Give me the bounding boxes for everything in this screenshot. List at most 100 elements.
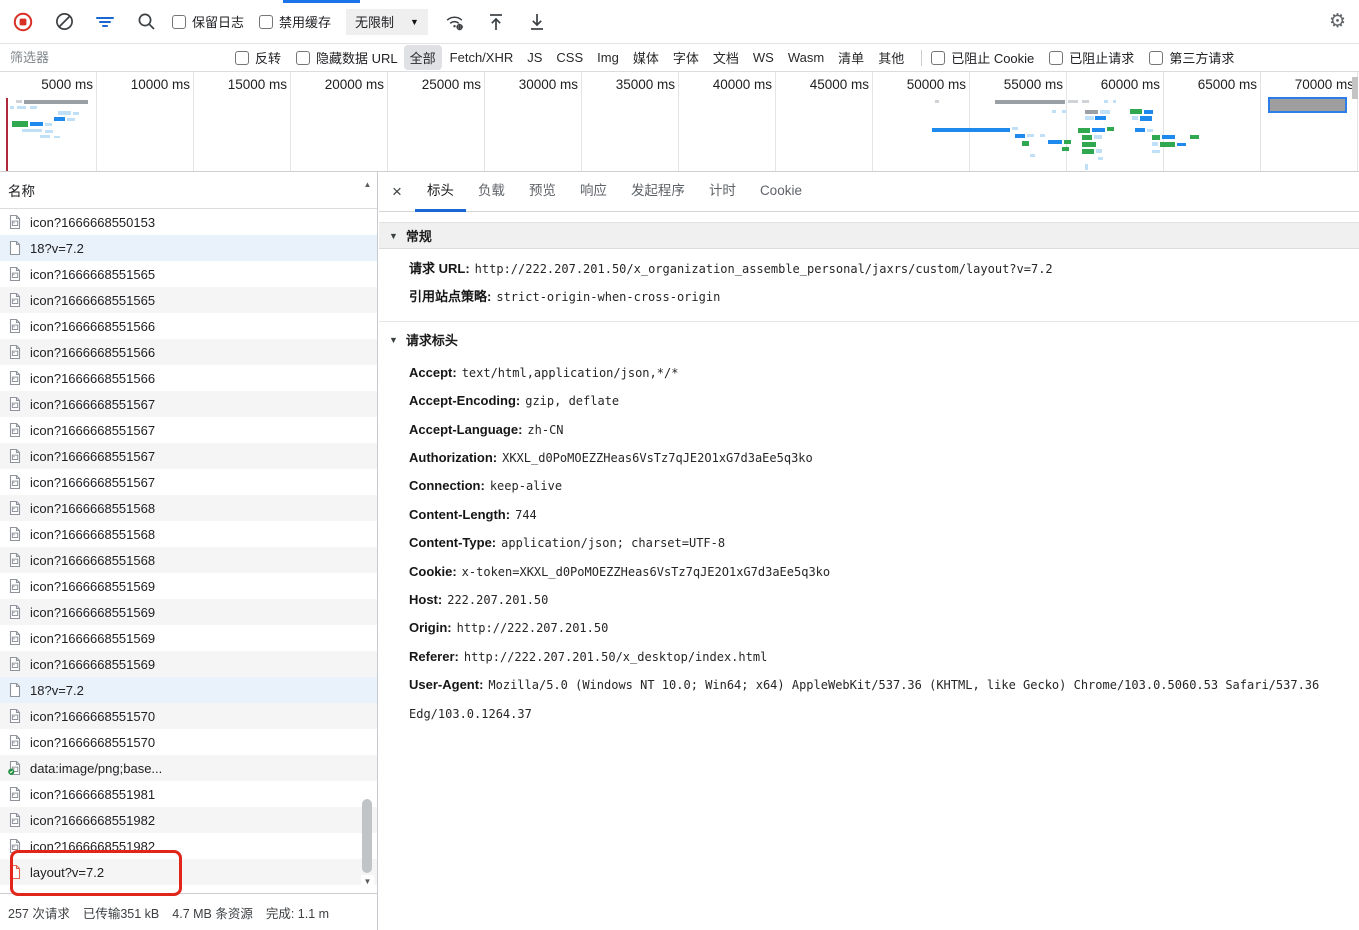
filter-type-js[interactable]: JS bbox=[521, 47, 548, 68]
network-conditions-button[interactable] bbox=[444, 11, 466, 33]
filter-type-font[interactable]: 字体 bbox=[667, 45, 705, 70]
request-row[interactable]: icon?1666668551565 bbox=[0, 287, 377, 313]
request-row[interactable]: icon?1666668551982 bbox=[0, 833, 377, 859]
request-row[interactable]: icon?1666668551567 bbox=[0, 417, 377, 443]
blocked-requests-checkbox[interactable] bbox=[1049, 51, 1063, 65]
tab-initiator[interactable]: 发起程序 bbox=[619, 172, 697, 212]
filter-type-manifest[interactable]: 清单 bbox=[832, 45, 870, 70]
request-row[interactable]: icon?1666668551569 bbox=[0, 651, 377, 677]
request-row[interactable]: icon?1666668551567 bbox=[0, 469, 377, 495]
request-row[interactable]: icon?1666668551566 bbox=[0, 339, 377, 365]
waterfall-bar bbox=[1094, 135, 1102, 139]
request-row[interactable]: icon?1666668551569 bbox=[0, 625, 377, 651]
filter-type-css[interactable]: CSS bbox=[550, 47, 589, 68]
import-har-button[interactable] bbox=[485, 11, 507, 33]
throttling-dropdown[interactable]: 无限制 ▼ bbox=[346, 9, 428, 35]
filter-type-all[interactable]: 全部 bbox=[404, 45, 442, 70]
waterfall-bar bbox=[1022, 141, 1029, 146]
invert-checkbox-group[interactable]: 反转 bbox=[235, 48, 281, 67]
filter-type-ws[interactable]: WS bbox=[747, 47, 780, 68]
disable-cache-checkbox-group[interactable]: 禁用缓存 bbox=[259, 12, 331, 31]
blocked-cookies-checkbox[interactable] bbox=[931, 51, 945, 65]
tab-response[interactable]: 响应 bbox=[568, 172, 619, 212]
tab-payload[interactable]: 负载 bbox=[466, 172, 517, 212]
filter-type-media[interactable]: 媒体 bbox=[627, 45, 665, 70]
waterfall-bar bbox=[1085, 110, 1098, 114]
filter-input[interactable] bbox=[8, 49, 213, 66]
scrollbar-thumb[interactable] bbox=[362, 799, 372, 873]
request-row[interactable]: icon?1666668551566 bbox=[0, 313, 377, 339]
request-row[interactable]: icon?1666668551567 bbox=[0, 391, 377, 417]
tab-headers[interactable]: 标头 bbox=[415, 172, 466, 212]
third-party-checkbox[interactable] bbox=[1149, 51, 1163, 65]
request-row[interactable]: icon?1666668551568 bbox=[0, 495, 377, 521]
record-button[interactable] bbox=[12, 11, 34, 33]
close-details-button[interactable]: × bbox=[379, 182, 415, 202]
hide-data-urls-checkbox-group[interactable]: 隐藏数据 URL bbox=[296, 48, 398, 67]
request-row[interactable]: icon?1666668551569 bbox=[0, 573, 377, 599]
settings-gear-icon[interactable]: ⚙ bbox=[1329, 12, 1346, 31]
record-icon bbox=[13, 12, 33, 32]
blocked-cookies-checkbox-group[interactable]: 已阻止 Cookie bbox=[931, 48, 1034, 67]
image-file-icon bbox=[7, 500, 23, 516]
filter-type-other[interactable]: 其他 bbox=[872, 45, 910, 70]
request-row[interactable]: icon?1666668551570 bbox=[0, 729, 377, 755]
request-row[interactable]: 18?v=7.2 bbox=[0, 235, 377, 261]
request-header-name: Content-Length: bbox=[409, 507, 510, 522]
waterfall-bar bbox=[1132, 116, 1138, 120]
request-row[interactable]: icon?1666668551567 bbox=[0, 443, 377, 469]
filter-type-doc[interactable]: 文档 bbox=[707, 45, 745, 70]
request-row[interactable]: icon?1666668550153 bbox=[0, 209, 377, 235]
request-row[interactable]: icon?1666668551981 bbox=[0, 781, 377, 807]
request-list-scrollbar[interactable]: ▲ ▼ bbox=[361, 178, 374, 888]
request-row[interactable]: 18?v=7.2 bbox=[0, 677, 377, 703]
request-row[interactable]: icon?1666668551569 bbox=[0, 599, 377, 625]
clear-log-button[interactable] bbox=[53, 11, 75, 33]
filter-type-wasm[interactable]: Wasm bbox=[782, 47, 830, 68]
request-header-row: Host:222.207.201.50 bbox=[409, 586, 1335, 614]
request-row[interactable]: layout?v=7.2 bbox=[0, 859, 377, 885]
request-row[interactable]: icon?1666668551566 bbox=[0, 365, 377, 391]
chevron-down-icon: ▼ bbox=[410, 17, 419, 27]
tab-timing[interactable]: 计时 bbox=[697, 172, 748, 212]
blocked-requests-checkbox-group[interactable]: 已阻止请求 bbox=[1049, 48, 1134, 67]
filter-type-img[interactable]: Img bbox=[591, 47, 625, 68]
request-header-row: Connection:keep-alive bbox=[409, 472, 1335, 500]
filter-toggle-button[interactable] bbox=[94, 11, 116, 33]
selected-request-range-bar[interactable] bbox=[1268, 97, 1347, 113]
preserve-log-checkbox-group[interactable]: 保留日志 bbox=[172, 12, 244, 31]
search-button[interactable] bbox=[135, 11, 157, 33]
request-headers-section-header[interactable]: ▼ 请求标头 bbox=[379, 324, 1359, 356]
filter-type-fetch-xhr[interactable]: Fetch/XHR bbox=[444, 47, 520, 68]
third-party-checkbox-group[interactable]: 第三方请求 bbox=[1149, 48, 1234, 67]
request-header-value: Mozilla/5.0 (Windows NT 10.0; Win64; x64… bbox=[409, 678, 1319, 720]
image-file-icon bbox=[7, 422, 23, 438]
scroll-down-arrow-icon[interactable]: ▼ bbox=[361, 875, 374, 888]
request-name: icon?1666668551981 bbox=[30, 787, 155, 802]
network-overview-timeline[interactable]: 5000 ms10000 ms15000 ms20000 ms25000 ms3… bbox=[0, 72, 1359, 172]
export-har-button[interactable] bbox=[526, 11, 548, 33]
general-section-header[interactable]: ▼ 常规 bbox=[379, 222, 1359, 249]
timeline-scrollbar-thumb[interactable] bbox=[1352, 77, 1358, 99]
network-conditions-icon bbox=[444, 12, 466, 32]
hide-data-urls-checkbox[interactable] bbox=[296, 51, 310, 65]
waterfall-bar bbox=[1085, 164, 1088, 170]
disable-cache-checkbox[interactable] bbox=[259, 15, 273, 29]
request-row[interactable]: icon?1666668551982 bbox=[0, 807, 377, 833]
request-row[interactable]: icon?1666668551568 bbox=[0, 521, 377, 547]
waterfall-bar bbox=[17, 106, 26, 109]
tab-preview[interactable]: 预览 bbox=[517, 172, 568, 212]
image-file-icon bbox=[7, 734, 23, 750]
preserve-log-checkbox[interactable] bbox=[172, 15, 186, 29]
scroll-up-arrow-icon[interactable]: ▲ bbox=[361, 178, 374, 191]
invert-checkbox[interactable] bbox=[235, 51, 249, 65]
request-row[interactable]: icon?1666668551565 bbox=[0, 261, 377, 287]
tab-cookies[interactable]: Cookie bbox=[748, 172, 814, 212]
request-row[interactable]: icon?1666668551568 bbox=[0, 547, 377, 573]
request-row[interactable]: data:image/png;base... bbox=[0, 755, 377, 781]
summary-finish-time: 完成: 1.1 m bbox=[266, 903, 329, 922]
request-row[interactable]: icon?1666668551570 bbox=[0, 703, 377, 729]
waterfall-bar bbox=[1098, 157, 1103, 160]
name-column-header[interactable]: 名称 bbox=[0, 172, 377, 209]
image-file-icon bbox=[7, 448, 23, 464]
